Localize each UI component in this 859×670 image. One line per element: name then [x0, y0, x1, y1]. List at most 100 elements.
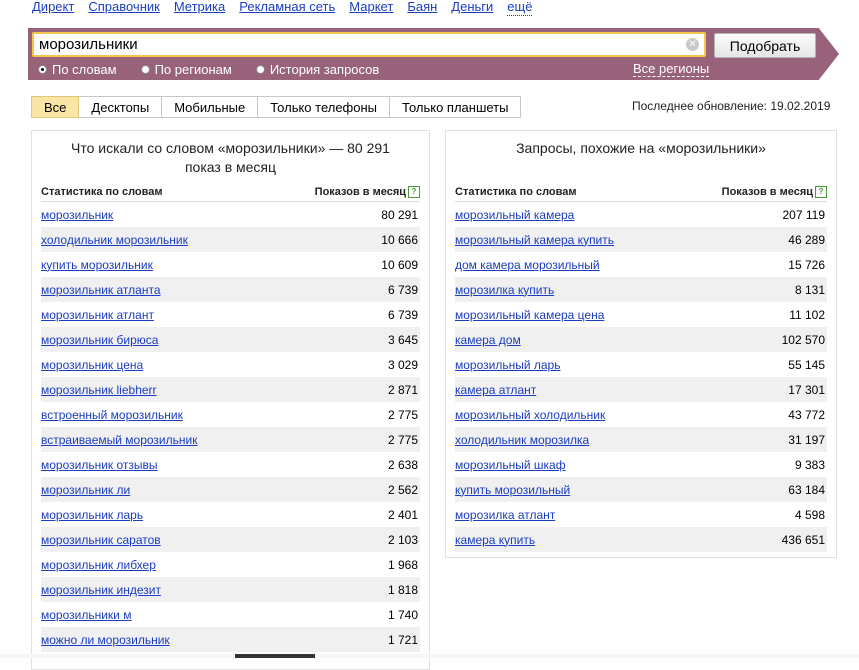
topnav-link[interactable]: Метрика: [174, 0, 225, 16]
radio-dot-icon[interactable]: [38, 65, 47, 74]
mode-radio[interactable]: История запросов: [255, 62, 379, 77]
query-link[interactable]: морозильники м: [41, 608, 131, 622]
query-link[interactable]: морозильный ларь: [455, 358, 561, 372]
query-link[interactable]: морозильный камера: [455, 208, 574, 222]
table-row: морозильник ларь 2 401: [41, 502, 420, 527]
query-link[interactable]: купить морозильник: [41, 258, 153, 272]
mode-radio[interactable]: По регионам: [140, 62, 232, 77]
all-regions-link[interactable]: Все регионы: [633, 62, 710, 77]
table-row: морозильник индезит 1 818: [41, 577, 420, 602]
similar-panel: Запросы, похожие на «морозильники» Стати…: [445, 130, 837, 558]
shows-count: 207 119: [782, 207, 826, 222]
col-word-header: Статистика по словам: [455, 186, 577, 198]
table-row: морозильник атланта 6 739: [41, 277, 420, 302]
query-link[interactable]: морозильник индезит: [41, 583, 161, 597]
table-row: холодильник морозильник 10 666: [41, 227, 420, 252]
shows-count: 8 131: [794, 282, 825, 297]
help-icon[interactable]: ?: [815, 186, 827, 199]
table-row: можно ли морозильник 1 721: [41, 627, 420, 652]
shows-count: 2 401: [387, 507, 418, 522]
query-link[interactable]: встраиваемый морозильник: [41, 433, 197, 447]
search-input[interactable]: [34, 34, 669, 55]
last-updated: Последнее обновление: 19.02.2019: [632, 99, 831, 113]
topnav-link[interactable]: Директ: [32, 0, 74, 16]
query-link[interactable]: морозильный камера купить: [455, 233, 614, 247]
query-link[interactable]: дом камера морозильный: [455, 258, 600, 272]
clear-icon[interactable]: ✕: [686, 38, 699, 51]
col-shows-header: Показов в месяц?: [722, 186, 827, 199]
shows-count: 80 291: [381, 207, 418, 222]
topnav-link[interactable]: Справочник: [88, 0, 160, 16]
shows-count: 2 775: [387, 407, 418, 422]
table-row: встраиваемый морозильник 2 775: [41, 427, 420, 452]
mode-label: По словам: [52, 62, 117, 77]
query-link[interactable]: морозильник атлант: [41, 308, 154, 322]
search-field[interactable]: ✕: [32, 32, 706, 57]
topnav-link[interactable]: Баян: [407, 0, 437, 16]
query-link[interactable]: морозильник отзывы: [41, 458, 158, 472]
shows-count: 1 818: [387, 582, 418, 597]
query-link[interactable]: встроенный морозильник: [41, 408, 183, 422]
device-tab[interactable]: Мобильные: [162, 96, 259, 118]
query-link[interactable]: морозильник ли: [41, 483, 130, 497]
radio-dot-icon[interactable]: [255, 65, 265, 74]
query-link[interactable]: морозильный шкаф: [455, 458, 566, 472]
scroll-thumb[interactable]: [235, 654, 315, 658]
query-link[interactable]: морозильник бирюса: [41, 333, 158, 347]
device-tab[interactable]: Только телефоны: [258, 96, 391, 118]
topnav-link[interactable]: Маркет: [349, 0, 393, 16]
topnav-more-link[interactable]: ещё: [507, 0, 533, 16]
device-tab[interactable]: Десктопы: [79, 96, 163, 118]
query-link[interactable]: можно ли морозильник: [41, 633, 170, 647]
table-row: морозильник атлант 6 739: [41, 302, 420, 327]
table-row: морозилка атлант 4 598: [455, 502, 827, 527]
words-panel: Что искали со словом «морозильники» — 80…: [31, 130, 430, 670]
topnav-link[interactable]: Деньги: [451, 0, 493, 16]
table-row: морозильник ли 2 562: [41, 477, 420, 502]
query-link[interactable]: морозильник либхер: [41, 558, 156, 572]
query-link[interactable]: морозильник ларь: [41, 508, 143, 522]
query-link[interactable]: морозильный холодильник: [455, 408, 605, 422]
table-row: морозильник цена 3 029: [41, 352, 420, 377]
table-row: морозильный холодильник 43 772: [455, 402, 827, 427]
table-row: купить морозильник 10 609: [41, 252, 420, 277]
query-link[interactable]: морозилка атлант: [455, 508, 555, 522]
query-link[interactable]: морозилка купить: [455, 283, 554, 297]
help-icon[interactable]: ?: [408, 186, 420, 199]
query-link[interactable]: морозильник liebherr: [41, 383, 157, 397]
shows-count: 63 184: [788, 482, 825, 497]
device-tabs: Все Десктопы Мобильные Только телефоны Тольк…: [31, 96, 522, 118]
col-word-header: Статистика по словам: [41, 186, 163, 198]
shows-count: 436 651: [781, 532, 825, 547]
shows-count: 55 145: [788, 357, 825, 372]
query-link[interactable]: камера купить: [455, 533, 535, 547]
col-shows-header: Показов в месяц?: [315, 186, 420, 199]
query-link[interactable]: камера дом: [455, 333, 521, 347]
device-tab[interactable]: Все: [31, 96, 80, 118]
table-row: морозильник отзывы 2 638: [41, 452, 420, 477]
query-link[interactable]: морозильник атланта: [41, 283, 161, 297]
table-row: дом камера морозильный 15 726: [455, 252, 827, 277]
shows-count: 2 103: [387, 532, 418, 547]
query-link[interactable]: холодильник морозильник: [41, 233, 188, 247]
shows-count: 10 609: [381, 257, 418, 272]
query-link[interactable]: купить морозильный: [455, 483, 570, 497]
table-row: камера дом 102 570: [455, 327, 827, 352]
query-link[interactable]: морозильник цена: [41, 358, 143, 372]
query-link[interactable]: морозильник саратов: [41, 533, 161, 547]
table-row: купить морозильный 63 184: [455, 477, 827, 502]
bottom-scroll-strip: [0, 654, 859, 658]
search-mode-group: По словам По регионам История запросов: [38, 62, 403, 77]
shows-count: 11 102: [789, 307, 825, 322]
query-link[interactable]: морозильник: [41, 208, 113, 222]
topnav-link[interactable]: Рекламная сеть: [239, 0, 335, 16]
submit-button[interactable]: Подобрать: [714, 33, 816, 58]
query-link[interactable]: холодильник морозилка: [455, 433, 589, 447]
device-tab[interactable]: Только планшеты: [390, 96, 522, 118]
table-header: Статистика по словам Показов в месяц?: [455, 183, 827, 202]
query-link[interactable]: камера атлант: [455, 383, 536, 397]
mode-radio[interactable]: По словам: [38, 62, 117, 77]
query-link[interactable]: морозильный камера цена: [455, 308, 604, 322]
radio-dot-icon[interactable]: [140, 65, 150, 74]
shows-count: 1 968: [387, 557, 418, 572]
